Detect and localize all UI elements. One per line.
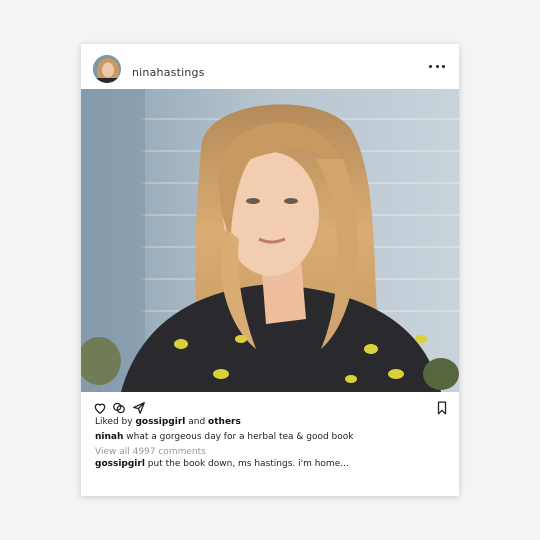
liked-by-and: and (188, 417, 206, 427)
caption-username[interactable]: ninah (95, 432, 123, 442)
bookmark-icon[interactable] (436, 400, 452, 416)
comment-text: put the book down, ms hastings. i'm home… (147, 459, 349, 469)
comment-line: gossipgirl put the book down, ms hasting… (95, 459, 349, 469)
post-header: ninahastings (81, 44, 459, 89)
post-card: ninahastings Liked by gossipgirl and oth… (81, 44, 459, 496)
post-photo[interactable] (81, 89, 459, 392)
post-actions (81, 400, 459, 416)
post-username[interactable]: ninahastings (132, 66, 205, 79)
comment-username[interactable]: gossipgirl (95, 459, 145, 469)
more-options-icon[interactable] (429, 60, 445, 72)
liked-by-user-link[interactable]: gossipgirl (135, 417, 185, 427)
view-comments-link[interactable]: View all 4997 comments (95, 447, 206, 457)
send-icon[interactable] (132, 400, 148, 416)
comment-bubble-icon[interactable] (112, 400, 128, 416)
caption-line: ninah what a gorgeous day for a herbal t… (95, 432, 354, 442)
liked-by-others-link[interactable]: others (208, 417, 241, 427)
heart-icon[interactable] (93, 400, 109, 416)
liked-by-prefix: Liked by (95, 417, 133, 427)
caption-text: what a gorgeous day for a herbal tea & g… (126, 432, 354, 442)
avatar[interactable] (93, 55, 121, 83)
likes-line: Liked by gossipgirl and others (95, 417, 241, 427)
